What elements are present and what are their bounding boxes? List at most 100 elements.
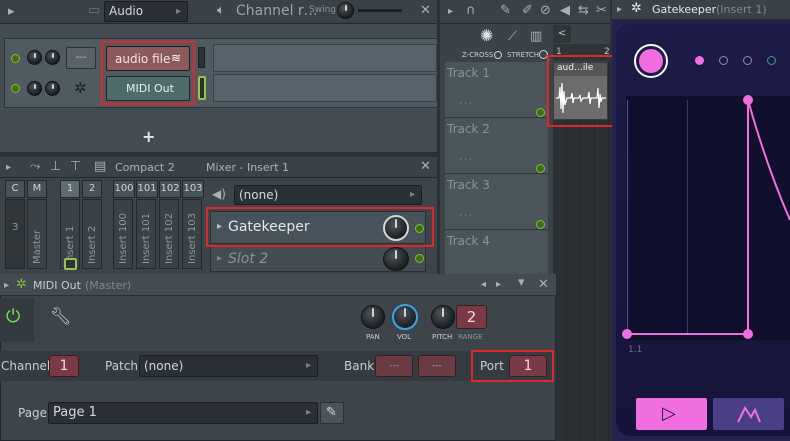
mixer-track-insert-102[interactable]: Insert 102 — [159, 199, 179, 269]
insert-1-selected-led[interactable] — [64, 258, 77, 270]
close-icon-mixer[interactable]: ✕ — [420, 160, 431, 174]
pan-knob-1[interactable] — [27, 50, 42, 65]
mixer-track-insert-100[interactable]: Insert 100 — [113, 199, 133, 269]
zcross-checkbox[interactable] — [494, 51, 502, 59]
speaker-icon[interactable]: 🔈︎ — [217, 4, 225, 18]
channel-led-2[interactable] — [11, 84, 20, 93]
envelope-point-bottom[interactable] — [743, 329, 753, 339]
waveform-mode-icon[interactable]: ✺ — [480, 28, 493, 44]
gatekeeper-main-button[interactable] — [634, 44, 668, 78]
close-icon-midi[interactable]: ✕ — [538, 278, 549, 292]
patch-select[interactable]: (none) — [139, 355, 318, 377]
pattern-dot-2[interactable] — [719, 56, 728, 65]
mixer-track-insert-103[interactable]: Insert 103 — [182, 199, 202, 269]
slot-2-mix-knob[interactable] — [383, 247, 409, 271]
stretch-checkbox[interactable] — [539, 50, 548, 59]
mixer-header-2[interactable]: 2 — [82, 180, 102, 198]
volume-knob-2[interactable] — [45, 81, 60, 96]
channel-led-1[interactable] — [11, 54, 20, 63]
arrow-right-icon-midi[interactable]: ▸ — [4, 279, 9, 293]
pattern-grid-2[interactable] — [213, 74, 437, 102]
pitch-knob[interactable] — [431, 305, 455, 329]
scroll-left-button[interactable]: < — [553, 25, 571, 43]
track-2-led[interactable] — [536, 164, 545, 173]
mixer-track-insert-101[interactable]: Insert 101 — [136, 199, 156, 269]
volume-knob-1[interactable] — [45, 50, 60, 65]
arrow-right-nav-icon[interactable]: ▸ — [496, 278, 501, 292]
gear-icon[interactable]: ✲ — [74, 81, 87, 96]
midi-out-button[interactable]: MIDI Out — [106, 76, 190, 101]
mixer-header-m[interactable]: M — [27, 180, 47, 198]
track-header-3[interactable]: Track 3... — [445, 174, 548, 230]
mixer-header-101[interactable]: 101 — [136, 180, 158, 198]
close-icon[interactable]: ✕ — [420, 4, 431, 18]
slice-icon[interactable]: ✂ — [596, 4, 607, 18]
audio-clip[interactable]: aud…ile — [553, 62, 608, 120]
plug-icon[interactable]: ⏻ — [6, 308, 20, 326]
arrow-left-icon[interactable]: ◂ — [481, 278, 486, 292]
mixer-header-103[interactable]: 103 — [182, 180, 204, 198]
track-3-led[interactable] — [536, 220, 545, 229]
gear-icon-gk[interactable]: ✲ — [631, 2, 642, 16]
track-header-2[interactable]: Track 2... — [445, 118, 548, 174]
arrow-right-icon-gk[interactable]: ▸ — [617, 3, 622, 17]
bus-icon[interactable]: ⊤ — [70, 160, 81, 174]
bank-counter-1[interactable]: --- — [375, 355, 413, 377]
swing-knob[interactable] — [337, 2, 354, 19]
mixer-track-insert-2[interactable]: Insert 2 — [82, 199, 102, 269]
shape-button[interactable] — [713, 398, 784, 430]
channel-number-box[interactable]: --- — [66, 47, 96, 69]
pencil-icon[interactable]: ✎ — [500, 4, 511, 18]
wrench-icon[interactable]: 🔧︎ — [50, 309, 72, 326]
folder-icon[interactable]: ▭ — [88, 4, 100, 18]
piano-icon[interactable]: ▥ — [530, 30, 542, 44]
channel-select-bar-2[interactable] — [198, 76, 206, 100]
play-button[interactable]: ▷ — [636, 398, 707, 430]
port-counter[interactable]: 1 — [509, 355, 547, 377]
track-1-led[interactable] — [536, 108, 545, 117]
slip-icon[interactable]: ⇆ — [578, 4, 589, 18]
range-counter[interactable]: 2 — [456, 305, 487, 329]
pattern-dot-4[interactable] — [767, 56, 776, 65]
pattern-grid-1[interactable] — [213, 44, 437, 72]
channel-select-bar-1[interactable] — [198, 47, 205, 68]
mixer-track-c[interactable]: 3 — [5, 199, 25, 269]
arrow-right-icon-playlist[interactable]: ▸ — [448, 5, 453, 19]
envelope-point-peak[interactable] — [743, 95, 753, 105]
mixer-view-mode[interactable]: Compact 2 — [115, 161, 175, 174]
gear-icon-midi[interactable]: ✲ — [16, 278, 27, 292]
pan-knob-2[interactable] — [27, 81, 42, 96]
mixer-header-1[interactable]: 1 — [60, 180, 80, 198]
minimize-icon[interactable]: ▾ — [518, 276, 525, 290]
input-select[interactable]: (none) — [234, 185, 422, 205]
track-header-1[interactable]: Track 1... — [445, 62, 548, 118]
audio-file-button[interactable]: audio file ≋ — [106, 46, 190, 71]
slot-1-mix-knob[interactable] — [383, 215, 409, 241]
magnet-icon[interactable]: ∩ — [466, 4, 476, 18]
arrow-right-icon-mixer[interactable]: ▸ — [6, 161, 11, 175]
mixer-header-100[interactable]: 100 — [113, 180, 135, 198]
page-edit-button[interactable]: ✎ — [320, 402, 344, 424]
slot-2-enable-led[interactable] — [415, 254, 424, 263]
mixer-track-master[interactable]: Master — [27, 199, 47, 269]
input-speaker-icon[interactable]: ◀︎) — [212, 187, 226, 201]
swing-slider[interactable] — [358, 9, 402, 12]
mixer-header-102[interactable]: 102 — [159, 180, 181, 198]
mixer-header-c[interactable]: C — [5, 180, 25, 198]
delete-icon[interactable]: ⊘ — [540, 4, 551, 18]
add-channel-button[interactable]: + — [142, 127, 155, 146]
mute-icon[interactable]: ◀︎ — [560, 4, 570, 18]
pan-knob[interactable] — [361, 305, 385, 329]
bank-counter-2[interactable]: --- — [418, 355, 456, 377]
vol-knob[interactable] — [392, 304, 418, 330]
pattern-dot-1[interactable] — [695, 56, 704, 65]
channel-counter[interactable]: 1 — [49, 355, 79, 377]
insert-icon[interactable]: ⊥ — [50, 160, 61, 174]
audio-select[interactable]: Audio — [104, 1, 188, 22]
route-icon[interactable]: ⤳ — [30, 160, 40, 174]
slot-1-enable-led[interactable] — [415, 224, 424, 233]
envelope-point-start[interactable] — [622, 329, 632, 339]
link-icon[interactable]: ⟋ — [508, 30, 517, 44]
page-select[interactable]: Page 1 — [48, 402, 318, 424]
pattern-dot-3[interactable] — [743, 56, 752, 65]
